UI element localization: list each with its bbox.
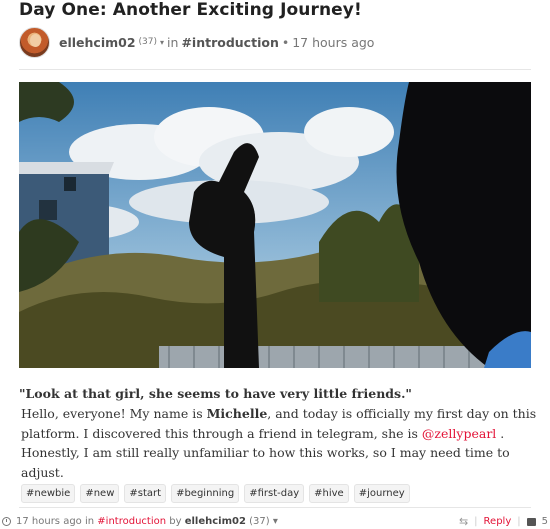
footer-reputation: (37) <box>249 516 270 527</box>
tag-new[interactable]: #new <box>80 484 120 503</box>
clock-icon <box>2 517 11 526</box>
author-row: ellehcim02 (37) ▾ in #introduction • 17 … <box>19 26 374 58</box>
divider <box>19 69 531 70</box>
author-reputation: (37) <box>138 37 158 47</box>
post-footer: 17 hours ago in #introduction by ellehci… <box>2 514 550 529</box>
footer-time: 17 hours ago <box>16 516 82 527</box>
post-title[interactable]: Day One: Another Exciting Journey! <box>19 0 362 20</box>
mention-link[interactable]: @zellypearl <box>422 426 496 441</box>
footer-author-link[interactable]: ellehcim02 <box>185 516 246 527</box>
post-image[interactable] <box>19 82 531 368</box>
footer-category-link[interactable]: #introduction <box>97 516 166 527</box>
tag-newbie[interactable]: #newbie <box>21 484 76 503</box>
comment-count[interactable]: 5 <box>542 516 548 527</box>
separator: | <box>517 516 521 527</box>
paragraph-text-1: Hello, everyone! My name is <box>21 406 207 421</box>
tag-journey[interactable]: #journey <box>353 484 410 503</box>
post-time: 17 hours ago <box>292 34 375 50</box>
post-photo-graphic <box>19 82 531 368</box>
tag-start[interactable]: #start <box>124 484 167 503</box>
avatar[interactable] <box>19 26 50 58</box>
post-meta: ellehcim02 (37) ▾ in #introduction • 17 … <box>59 35 374 50</box>
footer-actions: ⇆ | Reply | 5 <box>459 515 550 528</box>
in-label: in <box>167 34 179 50</box>
chevron-down-icon[interactable]: ▾ <box>273 516 278 527</box>
resteem-icon[interactable]: ⇆ <box>459 515 468 528</box>
name-bold: Michelle <box>206 406 268 421</box>
reply-link[interactable]: Reply <box>484 516 512 527</box>
comments-icon[interactable] <box>526 517 536 526</box>
author-link[interactable]: ellehcim02 <box>59 35 136 50</box>
tag-list: #newbie #new #start #beginning #first-da… <box>21 484 410 503</box>
meta-dot: • <box>281 34 290 50</box>
footer-in-label: in <box>84 516 95 527</box>
footer-divider <box>19 507 531 508</box>
category-link[interactable]: #introduction <box>181 35 278 50</box>
tag-hive[interactable]: #hive <box>309 484 349 503</box>
chevron-down-icon[interactable]: ▾ <box>160 38 164 47</box>
post-quote: "Look at that girl, she seems to have ve… <box>19 386 412 401</box>
post-paragraph: Hello, everyone! My name is Michelle, an… <box>21 404 541 482</box>
tag-first-day[interactable]: #first-day <box>244 484 305 503</box>
tag-beginning[interactable]: #beginning <box>171 484 240 503</box>
separator: | <box>474 516 478 527</box>
footer-by-label: by <box>169 516 182 527</box>
